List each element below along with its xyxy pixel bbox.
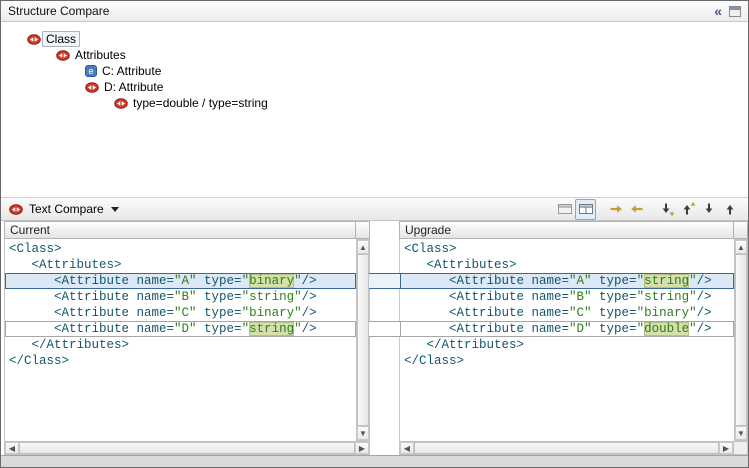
conflict-icon [56, 50, 70, 61]
right-code-area[interactable]: <Class> <Attributes> <Attribute name="A"… [400, 239, 734, 441]
diff-connector-selected [369, 273, 400, 289]
code-line[interactable]: <Attribute name="D" type="double"/> [400, 321, 734, 337]
left-pane-title: Current [4, 221, 356, 239]
conflict-icon [9, 204, 23, 215]
compare-editor-window: Structure Compare « ClassAttributes e C: A… [0, 0, 749, 468]
scrollbar-thumb[interactable] [414, 442, 719, 454]
minimize-icon[interactable]: « [714, 4, 722, 18]
code-line[interactable]: </Attributes> [5, 337, 356, 353]
tree-item-label: C: Attribute [102, 64, 161, 78]
text-compare-header: Text Compare [1, 197, 748, 221]
scroll-down-icon[interactable]: ▼ [735, 426, 747, 440]
diff-connector [369, 321, 400, 337]
two-pane-view-icon[interactable] [575, 199, 596, 220]
code-line[interactable]: <Attributes> [5, 257, 356, 273]
element-icon: e [85, 65, 97, 77]
code-line[interactable]: <Class> [5, 241, 356, 257]
code-line[interactable]: </Attributes> [400, 337, 734, 353]
left-code-area[interactable]: <Class> <Attributes> <Attribute name="A"… [5, 239, 356, 441]
scrollbar-thumb[interactable] [19, 442, 355, 454]
previous-difference-icon[interactable] [677, 199, 698, 220]
right-pane: Upgrade <Class> <Attributes> <Attribute … [399, 221, 748, 455]
left-pane: Current <Class> <Attributes> <Attribute … [4, 221, 370, 455]
scrollbar-track[interactable] [735, 254, 747, 426]
tree-item-label: type=double / type=string [133, 96, 268, 110]
tree-item-label: Attributes [75, 48, 126, 62]
tree-item-label: Class [42, 31, 80, 47]
left-scrollbar-header-stub [356, 221, 370, 239]
right-horizontal-scrollbar[interactable]: ◀ ▶ [399, 441, 734, 455]
code-line[interactable]: <Attribute name="B" type="string"/> [5, 289, 356, 305]
structure-compare-pane: Structure Compare « ClassAttributes e C: A… [1, 1, 748, 197]
right-scrollbar-header-stub [734, 221, 748, 239]
next-difference-icon[interactable] [656, 199, 677, 220]
code-line[interactable]: </Class> [400, 353, 734, 369]
single-pane-view-icon[interactable] [554, 199, 575, 220]
text-compare-title: Text Compare [29, 202, 104, 216]
text-compare-toolbar [554, 199, 740, 220]
right-vertical-scrollbar[interactable]: ▲ ▼ [734, 239, 748, 441]
scroll-right-icon[interactable]: ▶ [719, 442, 733, 454]
left-horizontal-scrollbar[interactable]: ◀ ▶ [4, 441, 370, 455]
code-line[interactable]: </Class> [5, 353, 356, 369]
maximize-icon[interactable] [729, 6, 741, 17]
svg-text:e: e [88, 66, 93, 76]
tree-item[interactable]: Attributes [1, 47, 748, 63]
tree-item[interactable]: type=double / type=string [1, 95, 748, 111]
scroll-up-icon[interactable]: ▲ [735, 240, 747, 254]
scrollbar-track[interactable] [19, 442, 355, 454]
scrollbar-thumb[interactable] [735, 254, 747, 426]
code-line[interactable]: <Attribute name="A" type="string"/> [400, 273, 734, 289]
previous-change-icon[interactable] [719, 199, 740, 220]
bottom-strip [1, 455, 748, 467]
code-line[interactable]: <Class> [400, 241, 734, 257]
code-line[interactable]: <Attribute name="C" type="binary"/> [5, 305, 356, 321]
next-change-icon[interactable] [698, 199, 719, 220]
scrollbar-track[interactable] [357, 254, 369, 426]
code-line[interactable]: <Attribute name="D" type="string"/> [5, 321, 356, 337]
tree-item[interactable]: Class [1, 31, 748, 47]
conflict-icon [85, 82, 99, 93]
chevron-down-icon[interactable] [111, 207, 119, 212]
code-line[interactable]: <Attribute name="C" type="binary"/> [400, 305, 734, 321]
tree-item-label: D: Attribute [104, 80, 163, 94]
structure-compare-header: Structure Compare « [1, 1, 748, 22]
code-line[interactable]: <Attribute name="B" type="string"/> [400, 289, 734, 305]
compare-panes: Current <Class> <Attributes> <Attribute … [1, 221, 748, 455]
conflict-icon [114, 98, 128, 109]
tree-item[interactable]: D: Attribute [1, 79, 748, 95]
scroll-left-icon[interactable]: ◀ [5, 442, 19, 454]
structure-compare-title: Structure Compare [8, 4, 109, 18]
right-pane-title: Upgrade [399, 221, 734, 239]
scroll-right-icon[interactable]: ▶ [355, 442, 369, 454]
copy-all-left-to-right-icon[interactable] [605, 199, 626, 220]
scrollbar-track[interactable] [414, 442, 719, 454]
tree-item[interactable]: e C: Attribute [1, 63, 748, 79]
scrollbar-corner [734, 441, 748, 455]
scroll-left-icon[interactable]: ◀ [400, 442, 414, 454]
scrollbar-thumb[interactable] [357, 254, 369, 426]
left-vertical-scrollbar[interactable]: ▲ ▼ [356, 239, 370, 441]
scroll-down-icon[interactable]: ▼ [357, 426, 369, 440]
conflict-icon [27, 34, 41, 45]
copy-all-right-to-left-icon[interactable] [626, 199, 647, 220]
structure-tree: ClassAttributes e C: Attribute D: Attribute… [1, 22, 748, 197]
code-line[interactable]: <Attributes> [400, 257, 734, 273]
diff-connector-gutter [370, 221, 399, 455]
code-line[interactable]: <Attribute name="A" type="binary"/> [5, 273, 356, 289]
scroll-up-icon[interactable]: ▲ [357, 240, 369, 254]
